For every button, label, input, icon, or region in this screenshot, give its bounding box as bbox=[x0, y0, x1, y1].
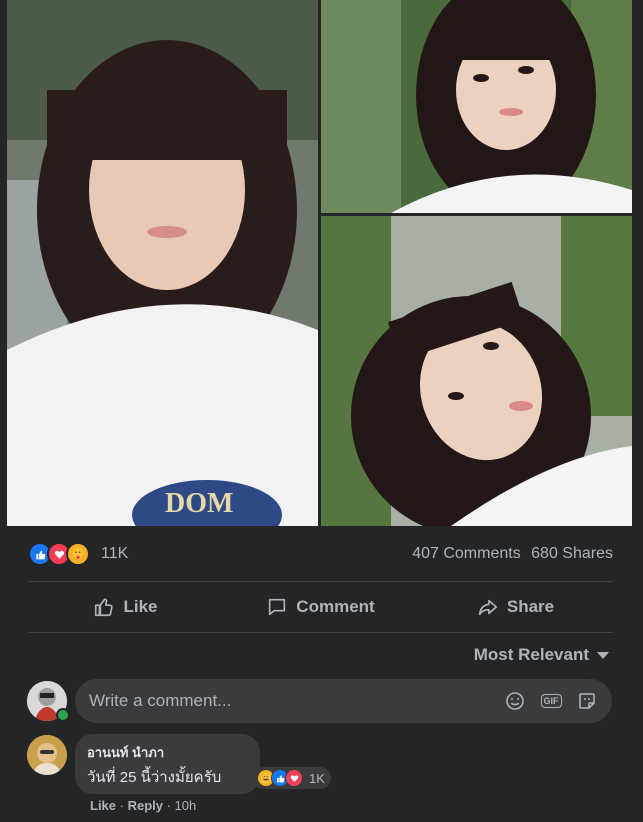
sort-label: Most Relevant bbox=[473, 645, 589, 664]
shares-count[interactable]: 680 Shares bbox=[531, 545, 613, 562]
comment-icon bbox=[269, 598, 286, 616]
reactions-summary[interactable]: 11K bbox=[28, 542, 128, 566]
post-card: DOM 11K 407 Comments 680 Shares Like Com… bbox=[0, 0, 643, 822]
comment-reaction-count: 1K bbox=[309, 770, 325, 786]
like-label: Like bbox=[123, 597, 158, 616]
emoji-icon[interactable] bbox=[504, 690, 526, 712]
gif-icon[interactable]: GIF bbox=[540, 690, 562, 712]
separator: · bbox=[119, 798, 128, 813]
share-arrow-icon bbox=[478, 599, 497, 616]
like-button[interactable]: Like bbox=[28, 583, 223, 631]
reaction-stats-row: 11K 407 Comments 680 Shares bbox=[28, 540, 613, 568]
comment-button[interactable]: Comment bbox=[223, 583, 418, 631]
commenter-avatar[interactable] bbox=[27, 735, 67, 775]
caret-down-icon bbox=[597, 651, 609, 659]
divider bbox=[28, 632, 613, 633]
photo-large[interactable]: DOM bbox=[7, 0, 318, 526]
share-button[interactable]: Share bbox=[418, 583, 613, 631]
separator: · bbox=[166, 798, 175, 813]
divider bbox=[28, 581, 613, 582]
share-label: Share bbox=[506, 597, 555, 616]
comments-count[interactable]: 407 Comments bbox=[412, 545, 521, 562]
comment-input[interactable] bbox=[75, 690, 504, 712]
comment-like-link[interactable]: Like bbox=[90, 798, 116, 813]
comment-time[interactable]: 10h bbox=[175, 798, 197, 813]
comment-text: วันที่ 25 นี้ว่างมั้ยครับ bbox=[87, 769, 222, 786]
comment-label: Comment bbox=[296, 597, 375, 616]
photo-collage: DOM bbox=[7, 0, 632, 526]
love-reaction-icon bbox=[285, 769, 303, 787]
post-actions: Like Comment Share bbox=[28, 583, 613, 631]
engagement-counts: 407 Comments 680 Shares bbox=[406, 545, 613, 563]
comment-meta: Like · Reply · 10h bbox=[90, 798, 196, 813]
comment-composer: GIF bbox=[75, 679, 612, 723]
thumbs-up-icon bbox=[95, 598, 114, 617]
svg-text:DOM: DOM bbox=[165, 488, 233, 519]
commenter-name[interactable]: อานนท์ นำภา bbox=[87, 742, 248, 763]
photo-bottom-right[interactable] bbox=[321, 216, 632, 526]
comment-reactions[interactable]: 1K bbox=[253, 767, 331, 789]
online-status-dot bbox=[56, 708, 70, 722]
comment-bubble: อานนท์ นำภา วันที่ 25 นี้ว่างมั้ยครับ bbox=[75, 734, 260, 794]
reaction-count: 11K bbox=[101, 545, 129, 562]
comment-reply-link[interactable]: Reply bbox=[128, 798, 163, 813]
sticker-icon[interactable] bbox=[576, 690, 598, 712]
care-reaction-icon bbox=[66, 542, 90, 566]
photo-top-right[interactable] bbox=[321, 0, 632, 213]
comment-sort-dropdown[interactable]: Most Relevant bbox=[474, 645, 609, 665]
